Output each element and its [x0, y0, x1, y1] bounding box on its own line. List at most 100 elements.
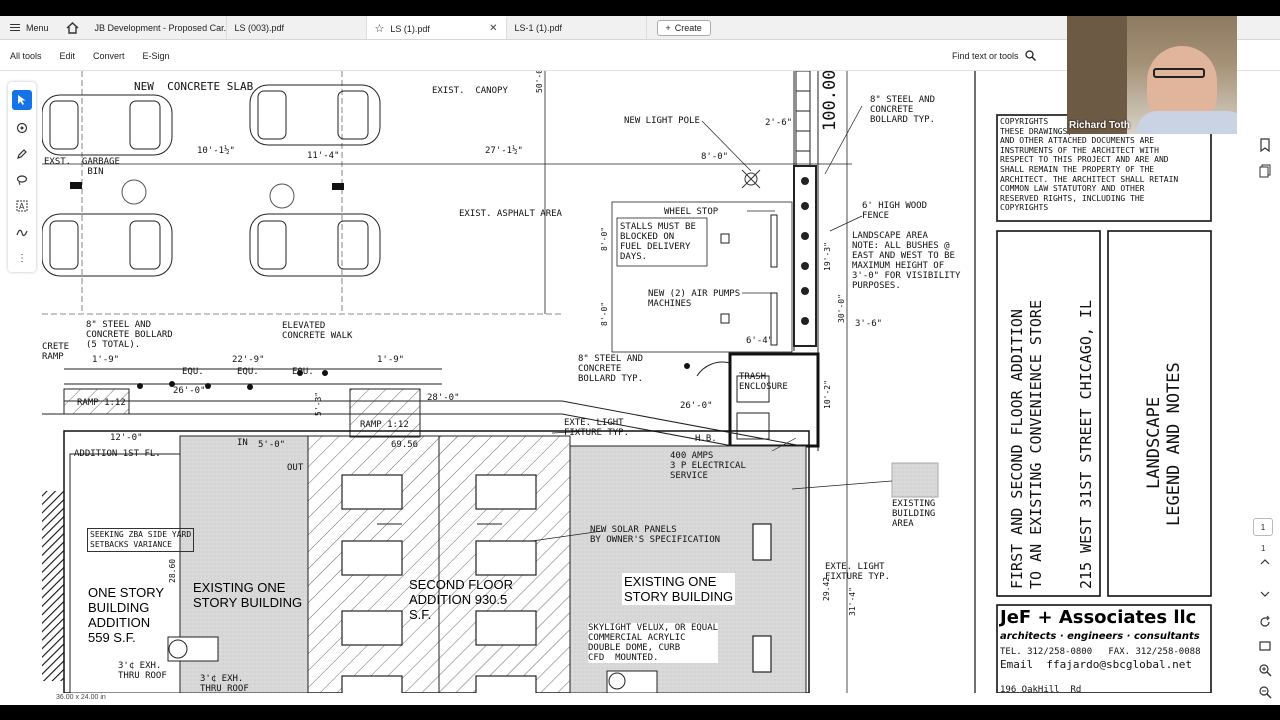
- video-call-overlay[interactable]: [1067, 16, 1237, 134]
- label-exte-light-1: EXTE. LIGHT FIXTURE TYP.: [564, 418, 630, 438]
- firm-subtitle: architects · engineers · consultants: [1000, 631, 1200, 642]
- label-stalls-note: STALLS MUST BE BLOCKED ON FUEL DELIVERY …: [620, 222, 696, 262]
- more-tools[interactable]: ⋮: [12, 248, 32, 268]
- tab-ls-1-1[interactable]: LS-1 (1).pdf: [507, 16, 647, 39]
- zoom-in-icon[interactable]: [1258, 663, 1272, 677]
- label-addition-1st: ADDITION 1ST FL.: [74, 449, 161, 459]
- freehand-tool[interactable]: [12, 170, 32, 190]
- label-wood-fence: 6' HIGH WOOD FENCE: [862, 201, 928, 221]
- pencil-icon: [17, 149, 27, 159]
- all-tools-button[interactable]: All tools: [10, 51, 42, 61]
- label-garbage-bin: EXST. GARBAGE BIN: [44, 157, 120, 177]
- dimension-label: 8'-0": [600, 301, 609, 326]
- label-steel-bollard-1: 8" STEEL AND CONCRETE BOLLARD TYP.: [870, 95, 936, 125]
- label-hb: H.B.: [695, 434, 717, 444]
- star-icon[interactable]: ☆: [375, 22, 385, 35]
- zoom-out-icon[interactable]: [1258, 685, 1272, 699]
- draw-tool[interactable]: [12, 144, 32, 164]
- hamburger-icon: [10, 24, 20, 31]
- label-exist-canopy: EXIST. CANOPY: [432, 86, 508, 96]
- label-existing-one-story-1: EXISTING ONE STORY BUILDING: [193, 580, 303, 610]
- text-tool[interactable]: A: [12, 196, 32, 216]
- dimension-label: 8'-0": [600, 226, 609, 251]
- right-rail: [1246, 71, 1280, 705]
- signature-icon: [16, 229, 28, 237]
- dimension-label: 5'-3": [314, 391, 323, 416]
- search-icon: [1024, 50, 1036, 61]
- dimension-label: 29.42: [822, 576, 831, 601]
- dimension-label: 27'-1½": [485, 146, 523, 156]
- esign-button[interactable]: E-Sign: [143, 51, 170, 61]
- label-wheel-stop: WHEEL STOP: [664, 207, 719, 217]
- dimension-label: 12'-0": [110, 433, 143, 443]
- menu-button[interactable]: Menu: [0, 16, 59, 39]
- left-tool-rail: A ⋮: [8, 82, 36, 272]
- current-page: 1: [1260, 522, 1266, 532]
- convert-button[interactable]: Convert: [93, 51, 125, 61]
- dimension-label: 1'-9": [92, 355, 120, 365]
- label-equ-3: EQU.: [292, 367, 314, 377]
- label-ramp-2: RAMP 1:12: [360, 420, 409, 430]
- home-button[interactable]: [59, 16, 87, 39]
- tab-label: LS (003).pdf: [234, 22, 285, 33]
- app-window: Menu JB Development - Proposed Car... LS…: [0, 0, 1280, 720]
- chevron-down-icon[interactable]: [1258, 587, 1272, 601]
- dimension-label: 10'-1½": [197, 146, 235, 156]
- label-skylight: SKYLIGHT VELUX, OR EQUAL COMMERCIAL ACRY…: [588, 623, 719, 663]
- bottom-letterbox: [0, 705, 1280, 720]
- select-tool[interactable]: [12, 90, 32, 110]
- label-in: IN: [237, 438, 248, 448]
- label-elevated-walk: ELEVATED CONCRETE WALK: [282, 321, 353, 341]
- dimension-label: 8'-0": [701, 152, 729, 162]
- edit-button[interactable]: Edit: [60, 51, 76, 61]
- sign-tool[interactable]: [12, 222, 32, 242]
- label-steel-bollard-5: 8" STEEL AND CONCRETE BOLLARD (5 TOTAL).: [86, 320, 173, 350]
- document-page[interactable]: NEW CONCRETE SLAB EXIST. CANOPY NEW LIGH…: [42, 71, 1238, 693]
- create-button[interactable]: + Create: [656, 19, 711, 36]
- dimension-label: 6'-4": [746, 336, 774, 346]
- label-existing-one-story-2: EXISTING ONE STORY BUILDING: [622, 573, 736, 605]
- label-exist-asphalt: EXIST. ASPHALT AREA: [459, 209, 562, 219]
- label-air-pumps: NEW (2) AIR PUMPS MACHINES: [648, 289, 741, 309]
- copy-icon[interactable]: [1258, 164, 1272, 178]
- label-equ-2: EQU.: [237, 367, 259, 377]
- dimension-label: 2'-6": [765, 118, 793, 128]
- home-icon: [66, 21, 79, 34]
- top-letterbox: [0, 0, 1280, 16]
- chevron-up-icon[interactable]: [1258, 555, 1272, 569]
- dimension-label: 50'-0": [535, 71, 544, 93]
- plus-icon: +: [665, 22, 671, 33]
- dimension-label: 28.60: [168, 558, 177, 583]
- label-trash-enclosure: TRASH ENCLOSURE: [739, 372, 788, 392]
- label-second-floor-addition: SECOND FLOOR ADDITION 930.5 S.F.: [409, 577, 514, 622]
- tab-ls-003[interactable]: LS (003).pdf: [227, 16, 367, 39]
- dimension-label: 26'-0": [173, 386, 206, 396]
- dimension-label: 31'-4": [848, 587, 857, 616]
- dimension-label: 22'-9": [232, 355, 265, 365]
- page-number-input[interactable]: 1: [1253, 518, 1273, 536]
- find-text-label: Find text or tools: [952, 50, 1019, 61]
- dimension-label: 1'-9": [377, 355, 405, 365]
- create-label: Create: [674, 22, 702, 33]
- sheet-title-line2: LEGEND AND NOTES: [1164, 362, 1184, 526]
- comment-tool[interactable]: [12, 118, 32, 138]
- video-person-shirt: [1137, 111, 1237, 134]
- project-title-line1: FIRST AND SECOND FLOOR ADDITION: [1008, 309, 1026, 589]
- video-background-shelf: [1067, 16, 1127, 134]
- tab-jb-development[interactable]: JB Development - Proposed Car...: [87, 16, 227, 39]
- label-exte-light-2: EXTE. LIGHT FIXTURE TYP.: [825, 562, 891, 582]
- close-tab-icon[interactable]: ✕: [489, 23, 497, 34]
- project-address: 215 WEST 31ST STREET CHICAGO, IL: [1077, 300, 1095, 589]
- fit-page-icon[interactable]: [1258, 639, 1272, 653]
- find-text-button[interactable]: Find text or tools: [952, 50, 1036, 61]
- rotate-icon[interactable]: [1258, 615, 1272, 629]
- label-amps: 400 AMPS 3 P ELECTRICAL SERVICE: [670, 451, 746, 481]
- dimension-label: 3'-6": [855, 319, 883, 329]
- more-icon: ⋮: [17, 252, 27, 264]
- lasso-icon: [16, 175, 28, 186]
- tab-ls-1[interactable]: ☆ LS (1).pdf ✕: [366, 16, 507, 39]
- dimension-label: 69.56: [391, 440, 419, 450]
- bookmark-icon[interactable]: [1258, 138, 1272, 152]
- firm-email: Email ffajardo@sbcglobal.net: [1000, 658, 1193, 671]
- video-person-glasses: [1153, 68, 1205, 78]
